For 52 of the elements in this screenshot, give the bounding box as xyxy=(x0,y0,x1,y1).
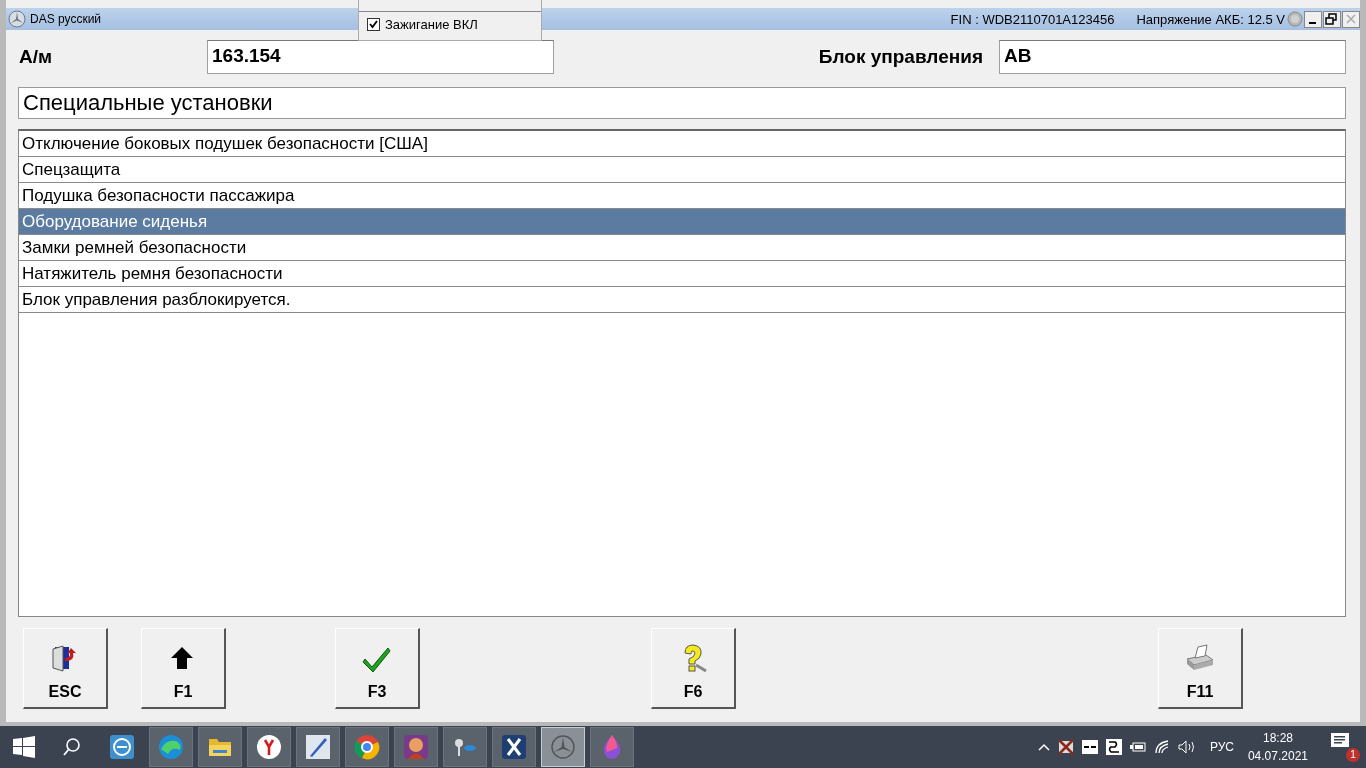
crossed-network-icon[interactable] xyxy=(1057,739,1074,755)
control-unit-label: Блок управления xyxy=(818,46,983,68)
taskbar-app-button[interactable] xyxy=(492,727,536,767)
control-unit-field[interactable]: AB xyxy=(999,40,1346,74)
list-item[interactable]: Замки ремней безопасности xyxy=(19,235,1345,261)
vehicle-label: А/м xyxy=(19,46,54,68)
wifi-icon[interactable] xyxy=(1153,739,1170,755)
figure-icon xyxy=(403,734,429,760)
window-title: DAS русский xyxy=(30,12,102,26)
battery-voltage: Напряжение АКБ: 12.5 V xyxy=(1136,11,1285,27)
minimize-button[interactable] xyxy=(1304,10,1322,28)
function-key-button[interactable]: F6 xyxy=(651,628,736,709)
star-logo-icon xyxy=(8,10,26,28)
checkbox-label: Зажигание ВКЛ xyxy=(385,17,478,32)
start-button[interactable] xyxy=(13,736,35,758)
clock-time[interactable]: 18:28 xyxy=(1262,731,1293,745)
x-tile-icon xyxy=(501,734,527,760)
restore-button[interactable] xyxy=(1323,10,1341,28)
swirl-icon xyxy=(158,734,184,760)
pen-icon xyxy=(305,734,331,760)
taskbar-app-button[interactable] xyxy=(247,727,291,767)
list-item[interactable]: Отключение боковых подушек безопасности [США] xyxy=(19,131,1345,157)
chevron-up-icon[interactable] xyxy=(1037,742,1050,752)
notification-badge: 1 xyxy=(1346,748,1360,762)
battery-icon[interactable] xyxy=(1129,741,1146,753)
function-key-button[interactable]: F3 xyxy=(335,628,420,709)
function-key-button[interactable]: F1 xyxy=(141,628,226,709)
star-logo-icon xyxy=(550,734,576,760)
list-item[interactable]: Блок управления разблокируется. xyxy=(19,287,1345,313)
list-item[interactable]: Спецзащита xyxy=(19,157,1345,183)
taskbar-app-button[interactable] xyxy=(345,727,389,767)
y-circle-icon xyxy=(256,734,282,760)
search-icon[interactable] xyxy=(62,737,82,757)
section-title: Специальные установки xyxy=(18,87,1346,119)
list-item[interactable]: Оборудование сиденья xyxy=(19,209,1345,235)
notification-icon[interactable] xyxy=(1330,732,1350,750)
status-light-icon xyxy=(1287,11,1303,27)
round-color-icon xyxy=(354,734,380,760)
vehicle-field[interactable]: 163.154 xyxy=(207,40,554,74)
function-key-button[interactable]: F11 xyxy=(1158,628,1243,709)
list-item[interactable]: Натяжитель ремня безопасности xyxy=(19,261,1345,287)
dash-icon[interactable] xyxy=(1081,739,1098,755)
vin-text: FIN : WDB2110701A123456 xyxy=(950,11,1115,27)
function-key-button[interactable]: ESC xyxy=(23,628,108,709)
taskbar-app-button[interactable] xyxy=(541,727,585,767)
clock-date[interactable]: 04.07.2021 xyxy=(1247,749,1308,763)
plug-icon[interactable] xyxy=(1105,739,1122,755)
speaker-icon[interactable] xyxy=(1177,739,1196,755)
checkbox[interactable] xyxy=(367,18,380,31)
taskbar-app-button[interactable] xyxy=(443,727,487,767)
taskbar-app-button[interactable] xyxy=(296,727,340,767)
language-indicator[interactable]: РУС xyxy=(1209,740,1234,754)
